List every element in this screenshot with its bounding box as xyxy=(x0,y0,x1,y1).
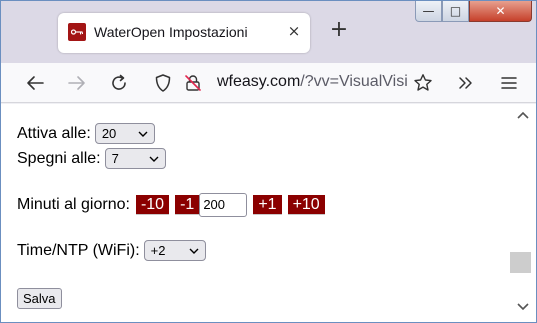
ntp-value: +2 xyxy=(150,243,166,258)
minuti-row: Minuti al giorno: -10 -1 200 +1 +10 xyxy=(17,193,325,217)
back-button[interactable] xyxy=(21,69,49,97)
attiva-row: Attiva alle: 20 xyxy=(17,123,155,144)
tab-close-icon[interactable]: × xyxy=(284,21,304,41)
url-host: wfeasy.com xyxy=(217,73,301,90)
window-close-button[interactable]: ✕ xyxy=(469,1,532,22)
waterkey-favicon-icon xyxy=(68,23,86,41)
bookmark-button[interactable] xyxy=(409,69,437,97)
scroll-down-button[interactable] xyxy=(509,298,536,316)
chevron-down-icon xyxy=(189,248,199,254)
permissions-button[interactable] xyxy=(179,69,207,97)
ntp-label: Time/NTP (WiFi): xyxy=(17,241,140,259)
spegni-select[interactable]: 7 xyxy=(104,148,166,169)
attiva-label: Attiva alle: xyxy=(17,124,91,142)
spegni-row: Spegni alle: 7 xyxy=(17,148,166,169)
page-scrollbar[interactable] xyxy=(509,104,536,322)
reload-button[interactable] xyxy=(105,69,133,97)
scrollbar-thumb[interactable] xyxy=(510,252,531,273)
url-bar[interactable]: wfeasy.com/?vv=VisualVisi xyxy=(217,73,407,91)
tracking-protection-button[interactable] xyxy=(149,69,177,97)
save-button[interactable]: Salva xyxy=(17,288,62,309)
forward-arrow-icon xyxy=(68,76,85,90)
ntp-row: Time/NTP (WiFi): +2 xyxy=(17,240,206,261)
attiva-select[interactable]: 20 xyxy=(94,123,155,144)
minuti-label: Minuti al giorno: xyxy=(17,196,130,213)
maximize-icon: □ xyxy=(449,4,462,18)
minimize-icon: — xyxy=(422,4,435,18)
plus-1-button[interactable]: +1 xyxy=(253,195,282,215)
bookmark-star-icon xyxy=(414,74,432,91)
overflow-button[interactable] xyxy=(452,69,480,97)
minus-10-button[interactable]: -10 xyxy=(135,195,170,215)
chevron-up-icon xyxy=(516,111,529,119)
spegni-label: Spegni alle: xyxy=(17,149,101,167)
navigation-bar: wfeasy.com/?vv=VisualVisi xyxy=(1,63,536,103)
close-icon: ✕ xyxy=(495,4,506,18)
reload-icon xyxy=(112,74,126,90)
window-minimize-button[interactable]: — xyxy=(415,1,442,22)
browser-window: WaterOpen Impostazioni × + — □ ✕ wfeasy.… xyxy=(0,0,537,323)
chevron-down-icon xyxy=(516,303,529,311)
active-tab[interactable]: WaterOpen Impostazioni × xyxy=(58,13,310,53)
scroll-up-button[interactable] xyxy=(509,106,536,124)
permissions-blocked-icon xyxy=(185,75,201,91)
tab-title: WaterOpen Impostazioni xyxy=(94,24,248,40)
spegni-value: 7 xyxy=(111,151,119,166)
app-menu-button[interactable] xyxy=(495,69,523,97)
url-path: /?vv=VisualVisi xyxy=(300,73,407,90)
plus-10-button[interactable]: +10 xyxy=(287,195,325,215)
menu-icon xyxy=(501,77,517,89)
chevron-down-icon xyxy=(149,156,159,162)
minuti-input[interactable]: 200 xyxy=(199,193,248,217)
minus-1-button[interactable]: -1 xyxy=(175,195,200,215)
ntp-select[interactable]: +2 xyxy=(143,240,206,261)
chevron-down-icon xyxy=(138,131,148,137)
page-content: Attiva alle: 20 Spegni alle: 7 Minuti al… xyxy=(1,104,509,322)
new-tab-button[interactable]: + xyxy=(325,17,353,45)
overflow-chevrons-icon xyxy=(459,77,472,89)
back-arrow-icon xyxy=(27,76,44,90)
save-row: Salva xyxy=(17,288,62,309)
forward-button[interactable] xyxy=(63,69,91,97)
window-maximize-button[interactable]: □ xyxy=(442,1,469,22)
attiva-value: 20 xyxy=(101,126,117,141)
shield-icon xyxy=(155,74,171,92)
